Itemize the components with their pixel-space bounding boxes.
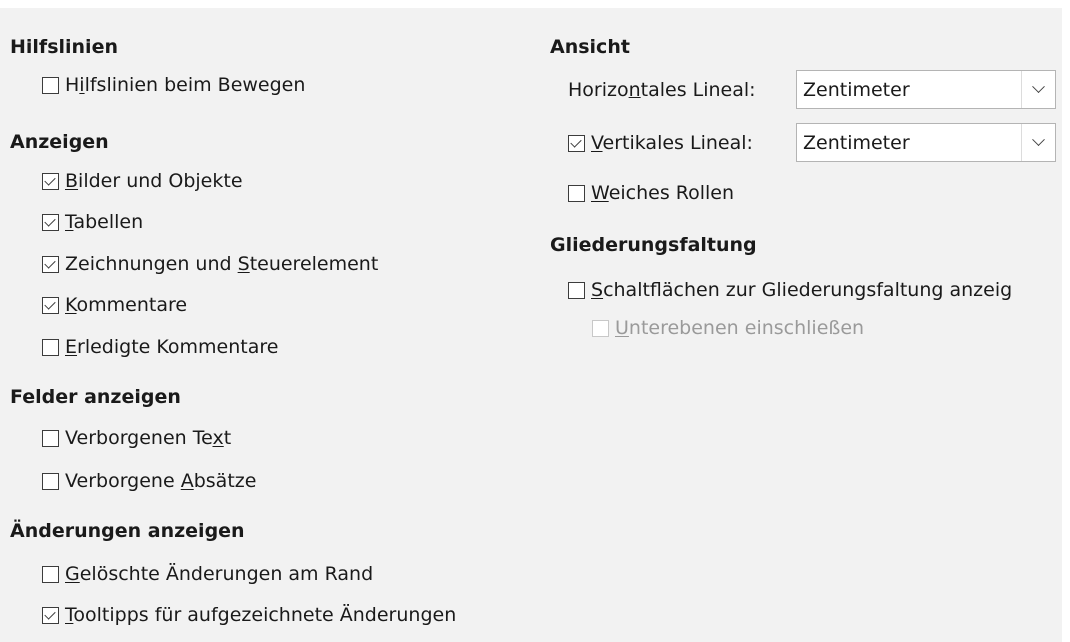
vertical-ruler-value: Zentimeter: [803, 131, 910, 154]
checkbox-label: Weiches Rollen: [591, 182, 735, 204]
section-gliederungsfaltung-title: Gliederungsfaltung: [550, 234, 757, 256]
checkbox-label: Tabellen: [65, 211, 144, 233]
checkbox-label: Vertikales Lineal:: [591, 132, 753, 154]
checkbox-unterebenen-einschliessen: Unterebenen einschließen: [592, 314, 864, 342]
checkbox-box[interactable]: [42, 255, 59, 273]
checkbox-verborgenen-text[interactable]: Verborgenen Text: [42, 424, 231, 452]
horizontal-ruler-dropdown-button[interactable]: [1021, 71, 1055, 108]
checkbox-vertikales-lineal[interactable]: Vertikales Lineal:: [568, 129, 753, 157]
checkbox-bilder-und-objekte[interactable]: Bilder und Objekte: [42, 167, 243, 195]
checkbox-box[interactable]: [568, 134, 585, 152]
checkbox-kommentare[interactable]: Kommentare: [42, 291, 187, 319]
checkbox-label: Erledigte Kommentare: [65, 336, 279, 358]
options-panel: Hilfslinien Hilfslinien beim Bewegen Anz…: [0, 8, 1062, 642]
chevron-down-icon: [1032, 133, 1045, 147]
checkbox-label: Schaltflächen zur Gliederungsfaltung anz…: [591, 279, 1013, 301]
checkbox-box[interactable]: [568, 281, 585, 299]
horizontal-ruler-label: Horizontales Lineal:: [568, 79, 756, 101]
checkbox-box[interactable]: [42, 429, 59, 447]
checkbox-verborgene-absaetze[interactable]: Verborgene Absätze: [42, 467, 256, 495]
checkbox-box[interactable]: [42, 296, 59, 314]
checkbox-geloeschte-aenderungen[interactable]: Gelöschte Änderungen am Rand: [42, 560, 373, 588]
section-aenderungen-anzeigen-title: Änderungen anzeigen: [10, 520, 245, 542]
section-anzeigen-title: Anzeigen: [10, 131, 109, 153]
section-ansicht-title: Ansicht: [550, 36, 630, 58]
checkbox-box[interactable]: [42, 565, 59, 583]
checkbox-hilfslinien-beim-bewegen[interactable]: Hilfslinien beim Bewegen: [42, 71, 305, 99]
checkbox-label: Unterebenen einschließen: [615, 317, 865, 339]
vertical-ruler-select[interactable]: Zentimeter: [796, 123, 1056, 162]
chevron-down-icon: [1032, 80, 1045, 94]
checkbox-label: Zeichnungen und Steuerelement: [65, 253, 379, 275]
horizontal-ruler-value: Zentimeter: [803, 78, 910, 101]
checkbox-label: Tooltipps für aufgezeichnete Änderungen: [65, 604, 457, 626]
checkbox-label: Verborgene Absätze: [65, 470, 257, 492]
checkbox-zeichnungen-und-steuerelement[interactable]: Zeichnungen und Steuerelement: [42, 250, 378, 278]
checkbox-box[interactable]: [42, 172, 59, 190]
checkbox-weiches-rollen[interactable]: Weiches Rollen: [568, 179, 734, 207]
checkbox-box[interactable]: [42, 76, 59, 94]
checkbox-label: Hilfslinien beim Bewegen: [65, 74, 306, 96]
checkbox-box[interactable]: [42, 338, 59, 356]
checkbox-label: Kommentare: [65, 294, 188, 316]
checkbox-box[interactable]: [42, 213, 59, 231]
checkbox-box[interactable]: [42, 606, 59, 624]
checkbox-label: Bilder und Objekte: [65, 170, 243, 192]
horizontal-ruler-select[interactable]: Zentimeter: [796, 70, 1056, 109]
checkbox-box[interactable]: [568, 184, 585, 202]
checkbox-schaltflaechen-gliederungsfaltung[interactable]: Schaltflächen zur Gliederungsfaltung anz…: [568, 276, 1012, 304]
checkbox-label: Gelöschte Änderungen am Rand: [65, 563, 374, 585]
checkbox-tooltipps-aenderungen[interactable]: Tooltipps für aufgezeichnete Änderungen: [42, 601, 456, 629]
checkbox-label: Verborgenen Text: [65, 427, 232, 449]
checkbox-erledigte-kommentare[interactable]: Erledigte Kommentare: [42, 333, 278, 361]
vertical-ruler-dropdown-button[interactable]: [1021, 124, 1055, 161]
checkbox-box[interactable]: [42, 472, 59, 490]
checkbox-tabellen[interactable]: Tabellen: [42, 208, 143, 236]
section-felder-anzeigen-title: Felder anzeigen: [10, 386, 181, 408]
checkbox-box: [592, 319, 609, 337]
section-hilfslinien-title: Hilfslinien: [10, 36, 118, 58]
